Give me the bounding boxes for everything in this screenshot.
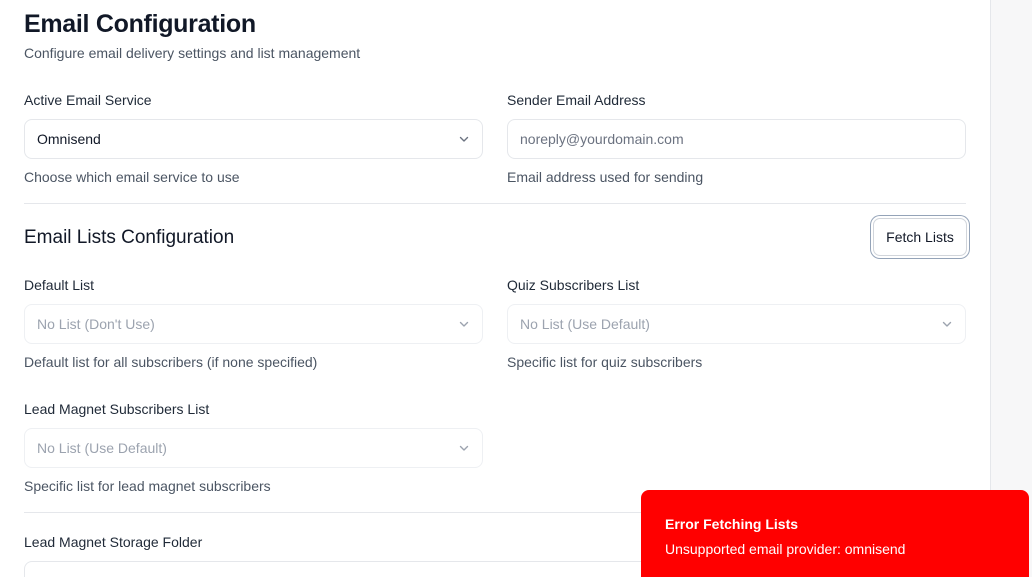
toast-title: Error Fetching Lists [665, 516, 799, 532]
lists-section-title: Email Lists Configuration [24, 227, 235, 248]
page-subtitle: Configure email delivery settings and li… [24, 45, 361, 61]
active-service-select[interactable]: Omnisend [24, 119, 483, 159]
default-list-label: Default List [24, 277, 95, 293]
lead-list-label: Lead Magnet Subscribers List [24, 401, 210, 417]
active-service-help: Choose which email service to use [24, 169, 240, 185]
default-list-value: No List (Don't Use) [37, 316, 155, 332]
quiz-list-help: Specific list for quiz subscribers [507, 354, 703, 370]
active-service-value: Omnisend [37, 131, 101, 147]
quiz-list-label: Quiz Subscribers List [507, 277, 640, 293]
page-title: Email Configuration [24, 10, 256, 38]
lead-list-value: No List (Use Default) [37, 440, 167, 456]
error-toast[interactable]: Error Fetching Lists Unsupported email p… [641, 490, 1029, 577]
lead-list-help: Specific list for lead magnet subscriber… [24, 478, 271, 494]
chevron-down-icon [458, 442, 470, 454]
sender-email-placeholder: noreply@yourdomain.com [520, 131, 684, 147]
sender-email-input[interactable]: noreply@yourdomain.com [507, 119, 966, 159]
toast-message: Unsupported email provider: omnisend [665, 541, 906, 557]
sender-email-help: Email address used for sending [507, 169, 704, 185]
quiz-list-value: No List (Use Default) [520, 316, 650, 332]
sender-email-label: Sender Email Address [507, 92, 646, 108]
storage-folder-label: Lead Magnet Storage Folder [24, 534, 203, 550]
chevron-down-icon [458, 318, 470, 330]
active-service-label: Active Email Service [24, 92, 152, 108]
fetch-lists-button[interactable]: Fetch Lists [873, 218, 967, 256]
default-list-select[interactable]: No List (Don't Use) [24, 304, 483, 344]
default-list-help: Default list for all subscribers (if non… [24, 354, 318, 370]
section-divider [24, 203, 966, 204]
chevron-down-icon [458, 133, 470, 145]
quiz-list-select[interactable]: No List (Use Default) [507, 304, 966, 344]
lead-list-select[interactable]: No List (Use Default) [24, 428, 483, 468]
chevron-down-icon [941, 318, 953, 330]
